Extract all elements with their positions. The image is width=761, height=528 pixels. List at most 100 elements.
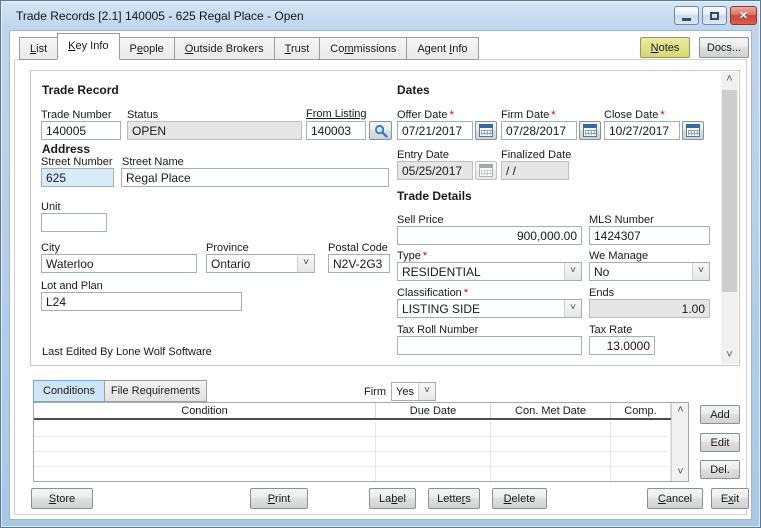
grid-cell (611, 452, 671, 466)
table-row[interactable] (34, 437, 671, 452)
store-button[interactable]: Store (31, 488, 93, 509)
letters-button[interactable]: Letters (428, 488, 480, 509)
notes-button[interactable]: Notes (640, 37, 690, 58)
table-row[interactable] (34, 467, 671, 481)
section-address: Address (42, 142, 91, 156)
grid-cell (376, 452, 491, 466)
status-label: Status (127, 109, 159, 121)
docs-button[interactable]: Docs... (699, 37, 749, 58)
offer-date-label: Offer Date * (397, 109, 454, 121)
close-date-input[interactable] (604, 121, 680, 140)
column-header-due-date: Due Date (376, 403, 491, 418)
mls-number-label: MLS Number (589, 214, 654, 226)
trade-number-label: Trade Number (41, 109, 112, 121)
grid-cell (611, 422, 671, 436)
we-manage-select[interactable]: No ˅ (589, 262, 710, 281)
main-tabstrip: List Key Info People Outside Brokers Tru… (19, 33, 479, 60)
postal-code-input[interactable] (328, 254, 390, 273)
subtab-file-requirements[interactable]: File Requirements (104, 380, 207, 402)
grid-cell (34, 467, 376, 481)
postal-code-label: Postal Code (328, 242, 388, 254)
conditions-grid-header: Condition Due Date Con. Met Date Comp. (34, 403, 671, 420)
province-select[interactable]: Ontario ˅ (206, 254, 315, 273)
lot-and-plan-input[interactable] (41, 292, 242, 311)
street-name-input[interactable] (121, 168, 389, 187)
scroll-up-icon[interactable]: ˄ (721, 72, 738, 88)
status-input (127, 121, 302, 140)
minimize-button[interactable] (674, 6, 699, 25)
offer-date-calendar-button[interactable] (475, 121, 497, 140)
unit-input[interactable] (41, 213, 107, 232)
type-select[interactable]: RESIDENTIAL ˅ (397, 262, 582, 281)
firm-date-label: Firm Date * (501, 109, 556, 121)
form-scrollbar[interactable]: ˄ ˅ (721, 72, 738, 364)
table-row[interactable] (34, 452, 671, 467)
add-button[interactable]: Add (700, 405, 740, 424)
scroll-down-icon[interactable]: ˅ (721, 348, 738, 364)
classification-select[interactable]: LISTING SIDE ˅ (397, 299, 582, 318)
chevron-down-icon: ˅ (297, 255, 314, 272)
grid-cell (34, 437, 376, 451)
close-button[interactable]: ✕ (730, 6, 757, 25)
required-marker: * (660, 109, 665, 121)
ends-input (589, 299, 710, 318)
edit-button[interactable]: Edit (700, 433, 740, 452)
conditions-grid[interactable]: Condition Due Date Con. Met Date Comp. ˄… (33, 402, 689, 482)
tab-key-info[interactable]: Key Info (57, 33, 120, 60)
table-row[interactable] (34, 422, 671, 437)
close-date-calendar-button[interactable] (682, 121, 704, 140)
city-label: City (41, 242, 60, 254)
tab-commissions[interactable]: Commissions (319, 37, 408, 60)
delete-row-button[interactable]: Del. (700, 460, 740, 479)
sell-price-input[interactable] (397, 226, 582, 245)
chevron-down-icon: ˅ (564, 263, 581, 280)
classification-label: Classification * (397, 287, 469, 299)
street-number-label: Street Number (41, 156, 113, 168)
tab-agent-info[interactable]: Agent Info (406, 37, 479, 60)
conditions-grid-body[interactable] (34, 422, 671, 481)
cancel-button[interactable]: Cancel (647, 488, 703, 509)
restore-button[interactable] (702, 6, 727, 25)
close-date-label: Close Date * (604, 109, 665, 121)
tax-roll-number-input[interactable] (397, 336, 582, 355)
required-marker: * (449, 109, 454, 121)
exit-button[interactable]: Exit (711, 488, 749, 509)
offer-date-input[interactable] (397, 121, 473, 140)
section-trade-details: Trade Details (397, 189, 472, 203)
required-marker: * (422, 250, 428, 262)
city-input[interactable] (41, 254, 197, 273)
grid-cell (376, 422, 491, 436)
tab-outside-brokers[interactable]: Outside Brokers (173, 37, 275, 60)
calendar-icon (479, 164, 493, 177)
firm-date-calendar-button[interactable] (579, 121, 601, 140)
label-button[interactable]: Label (369, 488, 416, 509)
tax-rate-input[interactable] (589, 336, 655, 355)
grid-cell (611, 437, 671, 451)
subtab-conditions[interactable]: Conditions (33, 380, 105, 402)
tab-people[interactable]: People (118, 37, 175, 60)
entry-date-calendar-button (475, 161, 497, 180)
scroll-up-icon[interactable]: ˄ (672, 403, 689, 419)
from-listing-input[interactable] (306, 121, 366, 140)
finalized-date-label: Finalized Date (501, 149, 572, 161)
scrollbar-thumb[interactable] (722, 90, 737, 292)
search-icon (374, 124, 388, 138)
grid-scrollbar[interactable]: ˄ ˅ (671, 403, 688, 481)
delete-button[interactable]: Delete (492, 488, 547, 509)
we-manage-label: We Manage (589, 250, 649, 262)
firm-date-input[interactable] (501, 121, 577, 140)
print-button[interactable]: Print (250, 488, 308, 509)
scroll-down-icon[interactable]: ˅ (672, 465, 689, 481)
trade-number-input[interactable] (41, 121, 121, 140)
entry-date-input (397, 161, 473, 180)
tab-list[interactable]: List (19, 37, 59, 60)
street-number-input[interactable] (41, 168, 114, 187)
from-listing-label[interactable]: From Listing (306, 108, 367, 120)
from-listing-search-button[interactable] (369, 121, 392, 140)
grid-cell (34, 422, 376, 436)
tab-trust[interactable]: Trust (273, 37, 321, 60)
tax-roll-number-label: Tax Roll Number (397, 324, 479, 336)
calendar-icon (583, 124, 597, 137)
mls-number-input[interactable] (589, 226, 710, 245)
firm-select[interactable]: Yes ˅ (391, 382, 436, 401)
